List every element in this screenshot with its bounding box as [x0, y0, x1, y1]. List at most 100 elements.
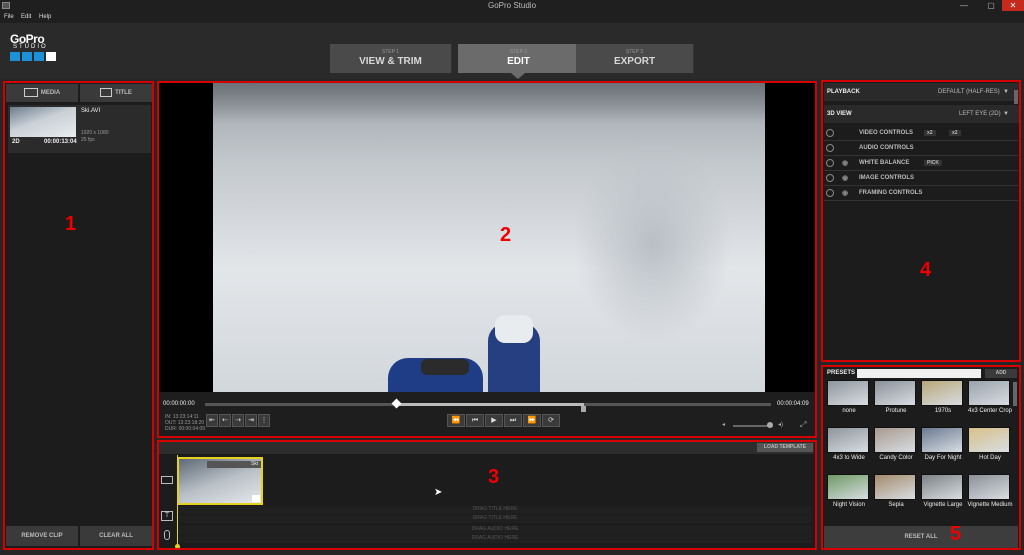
minimize-button[interactable]: — — [956, 0, 972, 11]
expand-icon[interactable] — [826, 189, 834, 197]
3d-view-row[interactable]: 3D VIEW LEFT EYE (2D) ▼ — [824, 105, 1020, 123]
step-export[interactable]: STEP 3 EXPORT — [576, 44, 694, 73]
play-icon[interactable]: ▶ — [485, 414, 503, 427]
mark-out-button[interactable]: ⇥ — [245, 414, 257, 427]
clip-thumbnail — [10, 107, 76, 137]
load-template-button[interactable]: LOAD TEMPLATE — [757, 443, 813, 452]
step-back-icon[interactable]: ⏮ — [466, 414, 484, 427]
preset-tile[interactable]: Vignette Large — [921, 474, 965, 520]
expand-icon[interactable] — [826, 144, 834, 152]
video-controls-row[interactable]: VIDEO CONTROLS x2 x2 — [824, 127, 1018, 141]
white-balance-row[interactable]: ◉ WHITE BALANCE PICK — [824, 157, 1018, 171]
out-point-handle[interactable] — [581, 406, 586, 412]
clip-mode-badge: 2D — [12, 139, 20, 145]
preset-tile[interactable]: Day For Night — [921, 427, 965, 473]
expand-icon[interactable] — [826, 129, 834, 137]
preset-thumbnail — [874, 380, 916, 406]
eye-icon[interactable]: ◉ — [842, 159, 848, 167]
go-out-button[interactable]: ⇢ — [232, 414, 244, 427]
preset-thumbnail — [921, 427, 963, 453]
step-number: STEP 1 — [381, 49, 400, 55]
tab-media[interactable]: MEDIA — [6, 84, 78, 102]
duration-label: DUR: 00:00:04:09 — [165, 426, 206, 432]
pick-button[interactable]: PICK — [924, 160, 942, 166]
framing-controls-row[interactable]: ◉ FRAMING CONTROLS — [824, 187, 1018, 201]
control-sections: VIDEO CONTROLS x2 x2 AUDIO CONTROLS ◉ WH… — [824, 127, 1018, 201]
title-track-icon: T — [161, 511, 173, 521]
preset-tile[interactable]: Sepia — [874, 474, 918, 520]
image-controls-row[interactable]: ◉ IMAGE CONTROLS — [824, 172, 1018, 186]
split-button[interactable]: ⋮ — [258, 414, 270, 427]
drag-audio-row[interactable]: DRAG AUDIO HERE — [178, 526, 812, 534]
preset-tile[interactable]: 1970s — [921, 380, 965, 426]
close-button[interactable]: ✕ — [1002, 0, 1024, 11]
tab-title[interactable]: TITLE — [80, 84, 152, 102]
region-number: 1 — [65, 213, 77, 235]
preset-tile[interactable]: Vignette Medium — [968, 474, 1012, 520]
preset-thumbnail — [827, 380, 869, 406]
preset-label: Vignette Large — [923, 502, 963, 508]
preset-thumbnail — [968, 427, 1010, 453]
audio-controls-row[interactable]: AUDIO CONTROLS — [824, 142, 1018, 156]
volume-handle[interactable] — [767, 422, 773, 428]
video-frame[interactable] — [213, 83, 765, 392]
eye-icon[interactable]: ◉ — [842, 189, 848, 197]
fast-forward-icon[interactable]: ⏩ — [523, 414, 541, 427]
scrollbar[interactable] — [1013, 382, 1017, 406]
preset-tile[interactable]: 4x3 to Wide — [827, 427, 871, 473]
active-step-pointer — [511, 73, 525, 79]
skier-glove — [421, 359, 469, 375]
maximize-button[interactable]: ▢ — [983, 0, 999, 11]
rewind-icon[interactable]: ⏪ — [447, 414, 465, 427]
timeline-clip[interactable]: Ski — [177, 457, 263, 505]
step-forward-icon[interactable]: ⏭ — [504, 414, 522, 427]
menu-edit[interactable]: Edit — [21, 14, 31, 20]
reset-all-button[interactable]: RESET ALL — [824, 526, 1018, 548]
clear-all-button[interactable]: CLEAR ALL — [80, 526, 152, 546]
loop-icon[interactable]: ⟳ — [542, 414, 560, 427]
scrollbar[interactable] — [1014, 90, 1018, 104]
preset-tile[interactable]: 4x3 Center Crop — [968, 380, 1012, 426]
preset-label: Sepia — [888, 502, 904, 508]
media-clip-item[interactable]: Ski.AVI 1920 x 1080 25 fps 2D 00:00:13:0… — [8, 105, 151, 153]
mark-in-button[interactable]: ⇤ — [206, 414, 218, 427]
region-number: 2 — [500, 224, 512, 246]
preset-name-input[interactable] — [857, 369, 981, 378]
time-start: 00:00:00:00 — [163, 401, 195, 407]
mouse-cursor: ➤ — [434, 487, 443, 498]
step-number: STEP 3 — [625, 49, 644, 55]
section-label: FRAMING CONTROLS — [859, 190, 923, 196]
preset-label: 4x3 Center Crop — [967, 408, 1013, 414]
step-edit[interactable]: STEP 2 EDIT — [458, 44, 580, 73]
preset-tile[interactable]: Protune — [874, 380, 918, 426]
time-end: 00:00:04:09 — [777, 401, 809, 407]
playhead-knob[interactable] — [175, 544, 180, 549]
3d-view-value: LEFT EYE (2D) — [959, 111, 1001, 117]
drag-title-row[interactable]: DRAG TITLE HERE — [178, 515, 812, 523]
tab-media-label: MEDIA — [40, 90, 61, 96]
3d-view-label: 3D VIEW — [827, 111, 852, 117]
preset-label: Vignette Medium — [967, 502, 1013, 508]
fullscreen-icon[interactable]: ⤢ — [800, 420, 806, 430]
menu-file[interactable]: File — [4, 14, 14, 20]
add-preset-button[interactable]: ADD — [985, 369, 1017, 378]
drag-title-row[interactable]: DRAG TITLE HERE — [178, 506, 812, 514]
preset-tile[interactable]: Night Vision — [827, 474, 871, 520]
drag-audio-row[interactable]: DRAG AUDIO HERE — [178, 535, 812, 543]
expand-icon[interactable] — [826, 159, 834, 167]
section-label: WHITE BALANCE — [859, 160, 910, 166]
section-badge: x2 — [949, 130, 961, 136]
go-in-button[interactable]: ⇠ — [219, 414, 231, 427]
preset-label: Protune — [885, 408, 907, 414]
playback-row[interactable]: PLAYBACK DEFAULT (HALF-RES) ▼ — [824, 83, 1020, 101]
preset-tile[interactable]: Candy Color — [874, 427, 918, 473]
step-label: EXPORT — [613, 56, 656, 67]
remove-clip-button[interactable]: REMOVE CLIP — [6, 526, 78, 546]
menu-help[interactable]: Help — [39, 14, 51, 20]
expand-icon[interactable] — [826, 174, 834, 182]
step-view-trim[interactable]: STEP 1 VIEW & TRIM — [330, 44, 452, 73]
step-number: STEP 2 — [509, 49, 528, 55]
preset-tile[interactable]: Hot Day — [968, 427, 1012, 473]
preset-tile[interactable]: none — [827, 380, 871, 426]
eye-icon[interactable]: ◉ — [842, 174, 848, 182]
